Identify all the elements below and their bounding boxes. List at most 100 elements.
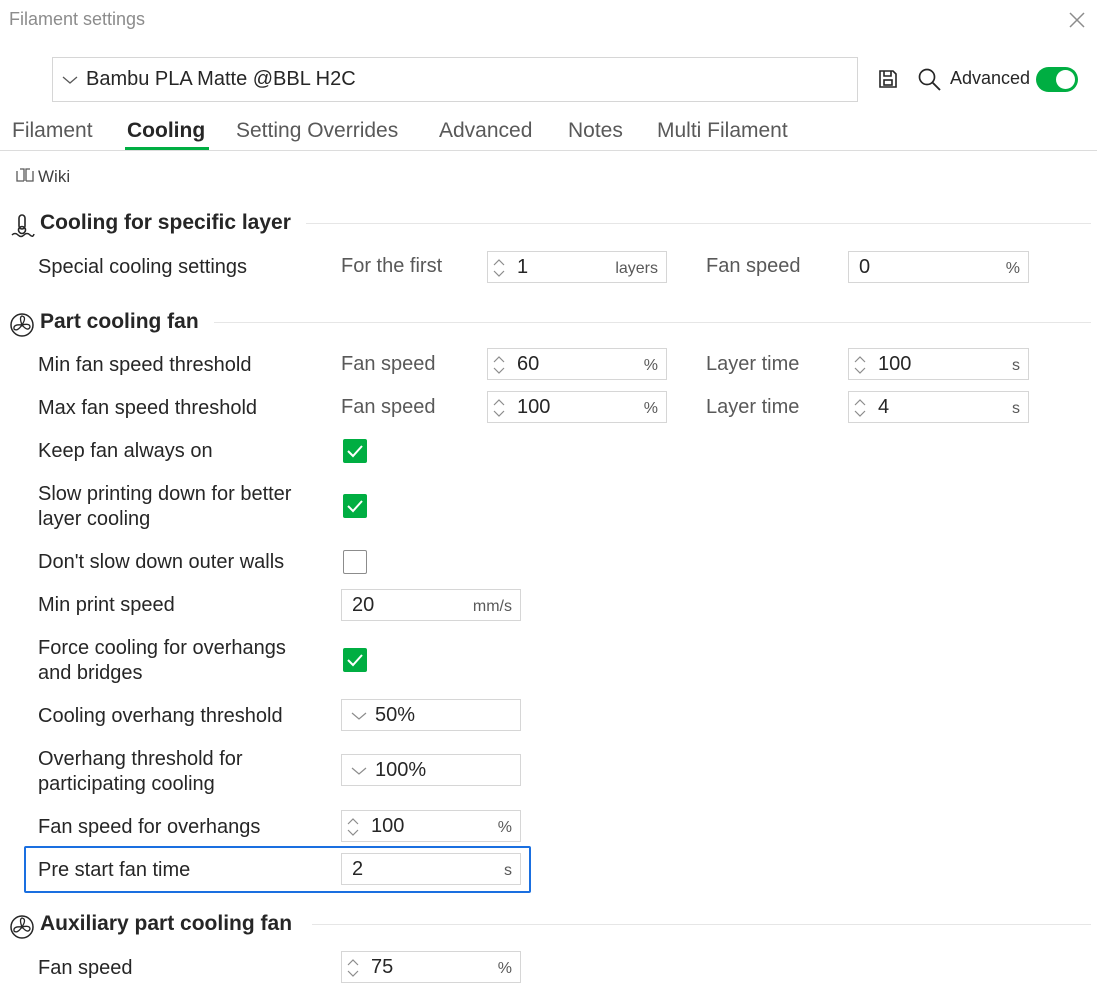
spinner-icon[interactable] — [492, 354, 506, 376]
participating-threshold-select[interactable]: 100% — [341, 754, 521, 786]
check-icon — [347, 654, 363, 667]
layer-time-label: Layer time — [706, 353, 800, 375]
slow-down-label-line1: Slow printing down for better — [38, 483, 292, 505]
unit-label: s — [1012, 357, 1020, 374]
save-icon[interactable] — [877, 68, 899, 90]
min-print-speed-label: Min print speed — [38, 594, 175, 616]
min-layer-time-input[interactable]: 100 s — [848, 348, 1029, 380]
unit-label: % — [643, 357, 658, 374]
spinner-icon[interactable] — [346, 957, 360, 979]
unit-label: % — [497, 819, 512, 836]
tab-advanced[interactable]: Advanced — [439, 119, 532, 143]
section-title: Part cooling fan — [40, 310, 199, 333]
dont-slow-walls-label: Don't slow down outer walls — [38, 551, 285, 573]
special-fan-speed-input[interactable]: 0 % — [848, 251, 1029, 283]
fan-icon — [10, 313, 34, 337]
max-fan-speed-input[interactable]: 100 % — [487, 391, 667, 423]
preset-name: Bambu PLA Matte @BBL H2C — [86, 68, 356, 90]
min-fan-speed-value: 60 — [517, 353, 540, 375]
divider — [306, 223, 1091, 224]
unit-label: % — [1005, 260, 1020, 277]
chevron-down-icon — [351, 712, 367, 720]
fan-speed-label: Fan speed — [341, 396, 436, 418]
max-fan-threshold-label: Max fan speed threshold — [38, 397, 258, 419]
spinner-icon[interactable] — [346, 816, 360, 838]
section-cooling-specific-layer: Cooling for specific layer — [9, 211, 409, 238]
slow-down-label-line2: layer cooling — [38, 508, 151, 530]
divider — [214, 322, 1091, 323]
aux-fan-speed-value: 75 — [371, 956, 394, 978]
chevron-down-icon — [62, 76, 78, 84]
section-title: Cooling for specific layer — [40, 211, 291, 234]
overhang-threshold-value: 50% — [375, 704, 416, 726]
fan-speed-label: Fan speed — [341, 353, 436, 375]
tab-cooling[interactable]: Cooling — [127, 119, 205, 143]
unit-label: s — [1012, 400, 1020, 417]
min-fan-speed-input[interactable]: 60 % — [487, 348, 667, 380]
section-title: Auxiliary part cooling fan — [40, 912, 293, 935]
window-title: Filament settings — [9, 9, 146, 29]
unit-label: % — [497, 960, 512, 977]
wiki-label: Wiki — [38, 167, 71, 186]
unit-label: mm/s — [472, 598, 512, 615]
tab-multi-filament[interactable]: Multi Filament — [657, 119, 788, 143]
pre-start-fan-time-label: Pre start fan time — [38, 859, 191, 881]
fan-icon — [10, 915, 34, 939]
overhang-threshold-select[interactable]: 50% — [341, 699, 521, 731]
unit-label: layers — [615, 260, 658, 277]
advanced-label: Advanced — [950, 68, 1031, 88]
special-cooling-label: Special cooling settings — [38, 256, 248, 278]
check-icon — [347, 445, 363, 458]
participating-threshold-value: 100% — [375, 759, 427, 781]
force-cooling-checkbox[interactable] — [343, 648, 367, 672]
unit-label: s — [504, 862, 512, 879]
first-layers-value: 1 — [517, 256, 529, 278]
keep-fan-on-checkbox[interactable] — [343, 439, 367, 463]
special-fan-speed-value: 0 — [859, 256, 871, 278]
fan-speed-label: Fan speed — [706, 255, 801, 277]
aux-fan-speed-input[interactable]: 75 % — [341, 951, 521, 983]
check-icon — [347, 500, 363, 513]
spinner-icon[interactable] — [853, 354, 867, 376]
search-icon[interactable] — [917, 67, 943, 93]
max-layer-time-value: 4 — [878, 396, 890, 418]
unit-label: % — [643, 400, 658, 417]
advanced-toggle[interactable] — [1036, 67, 1078, 92]
wiki-link[interactable]: Wiki — [15, 167, 70, 187]
first-layers-input[interactable]: 1 layers — [487, 251, 667, 283]
spinner-icon[interactable] — [492, 257, 506, 279]
force-cooling-label-line1: Force cooling for overhangs — [38, 637, 286, 659]
preset-dropdown[interactable]: Bambu PLA Matte @BBL H2C — [52, 57, 858, 102]
participating-threshold-label-line1: Overhang threshold for — [38, 748, 243, 770]
keep-fan-on-label: Keep fan always on — [38, 440, 213, 462]
overhang-fan-speed-label: Fan speed for overhangs — [38, 816, 261, 838]
pre-start-fan-time-input[interactable]: 2 s — [341, 853, 521, 885]
overhang-fan-speed-value: 100 — [371, 815, 405, 837]
min-print-speed-input[interactable]: 20 mm/s — [341, 589, 521, 621]
aux-fan-speed-label: Fan speed — [38, 957, 133, 979]
tab-filament[interactable]: Filament — [12, 119, 93, 143]
tab-notes[interactable]: Notes — [568, 119, 623, 143]
overhang-fan-speed-input[interactable]: 100 % — [341, 810, 521, 842]
active-tab-indicator — [125, 147, 209, 150]
spinner-icon[interactable] — [853, 397, 867, 419]
close-icon[interactable] — [1067, 10, 1087, 30]
divider — [312, 924, 1091, 925]
tab-setting-overrides[interactable]: Setting Overrides — [236, 119, 398, 143]
thermometer-icon — [11, 214, 35, 238]
min-fan-threshold-label: Min fan speed threshold — [38, 354, 252, 376]
force-cooling-label-line2: and bridges — [38, 662, 143, 684]
tab-bar: Filament Cooling Setting Overrides Advan… — [0, 115, 1097, 151]
layer-time-label: Layer time — [706, 396, 800, 418]
min-layer-time-value: 100 — [878, 353, 912, 375]
spinner-icon[interactable] — [492, 397, 506, 419]
slow-down-checkbox[interactable] — [343, 494, 367, 518]
toggle-knob — [1056, 70, 1075, 89]
max-layer-time-input[interactable]: 4 s — [848, 391, 1029, 423]
dont-slow-walls-checkbox[interactable] — [343, 550, 367, 574]
book-icon — [16, 168, 34, 182]
first-layers-label: For the first — [341, 255, 443, 277]
pre-start-fan-time-value: 2 — [352, 858, 364, 880]
overhang-threshold-label: Cooling overhang threshold — [38, 705, 283, 727]
participating-threshold-label-line2: participating cooling — [38, 773, 215, 795]
